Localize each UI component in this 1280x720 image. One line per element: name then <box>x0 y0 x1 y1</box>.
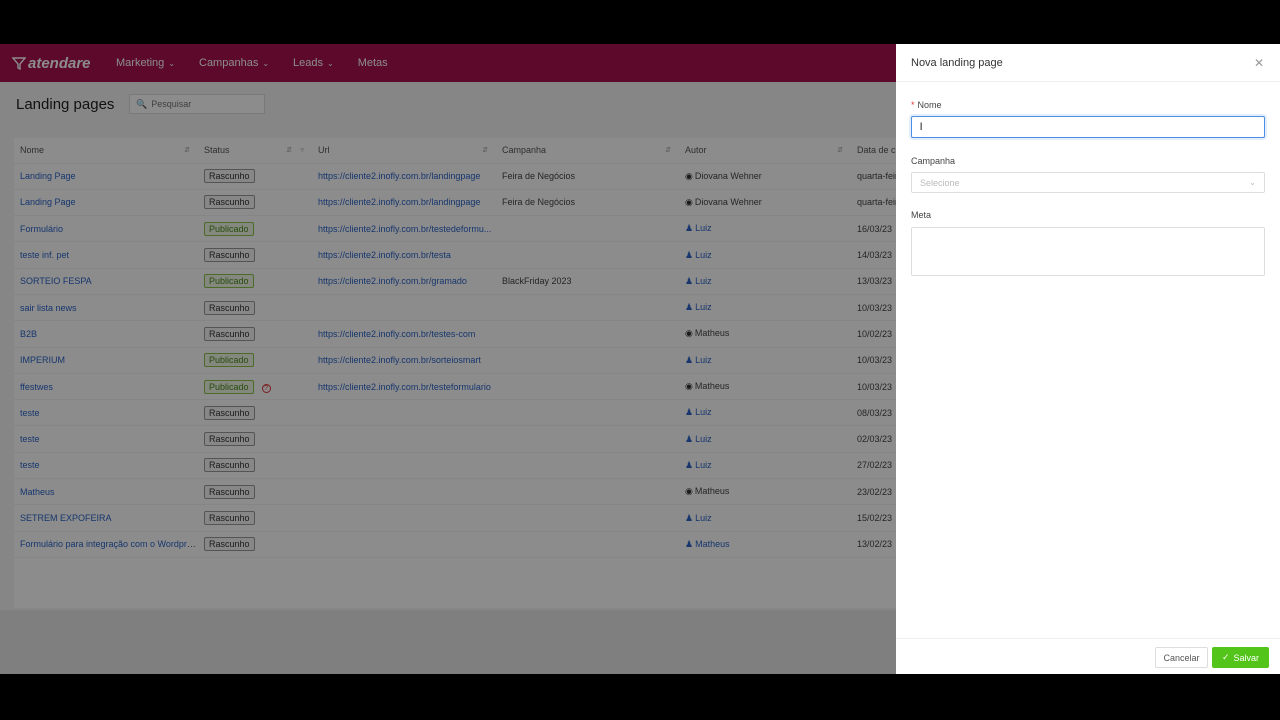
drawer-footer: Cancelar ✓ Salvar <box>896 638 1280 674</box>
campanha-placeholder: Selecione <box>920 177 960 188</box>
campanha-label: Campanha <box>911 156 956 166</box>
close-icon[interactable]: ✕ <box>1254 56 1264 70</box>
meta-label: Meta <box>911 210 932 220</box>
new-landing-page-drawer: Nova landing page ✕ *Nome Campanha Selec… <box>896 44 1280 674</box>
drawer-title: Nova landing page <box>911 56 1003 69</box>
cancel-button[interactable]: Cancelar <box>1155 647 1208 668</box>
nome-input[interactable] <box>911 116 1265 138</box>
modal-overlay[interactable] <box>0 44 896 674</box>
check-icon: ✓ <box>1221 652 1230 662</box>
campanha-select[interactable]: Selecione ⌄ <box>911 172 1265 193</box>
drawer-header: Nova landing page ✕ <box>896 44 1280 82</box>
chevron-down-icon: ⌄ <box>1249 178 1256 187</box>
save-button[interactable]: ✓ Salvar <box>1212 647 1269 668</box>
app-viewport: atendare Marketing ⌄ Campanhas ⌄ Leads ⌄ Metas… <box>0 44 1280 674</box>
save-button-label: Salvar <box>1233 652 1260 663</box>
meta-textarea[interactable] <box>911 227 1265 276</box>
required-marker: * <box>911 100 915 110</box>
nome-label: * Nome <box>911 100 942 110</box>
